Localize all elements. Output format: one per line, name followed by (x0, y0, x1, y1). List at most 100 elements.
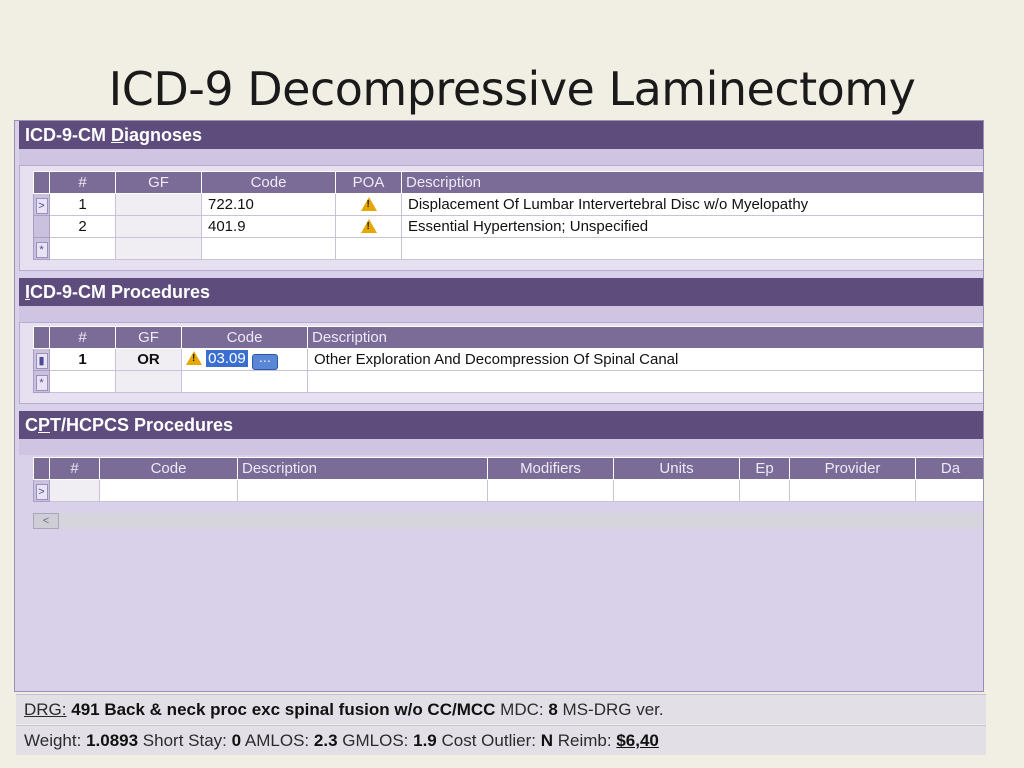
cpt-table: # Code Description Modifiers Units Ep Pr… (33, 457, 983, 502)
code-cell[interactable]: 722.10 (201, 193, 336, 216)
coding-window: ICD-9-CM Diagnoses # GF Code POA Descrip… (14, 120, 984, 692)
poa-cell[interactable] (335, 215, 402, 238)
new-row-icon: * (35, 241, 48, 258)
empty-cell[interactable] (401, 237, 983, 260)
new-row-selector[interactable]: * (33, 370, 50, 393)
column-header-number[interactable]: # (49, 326, 116, 349)
row-selector-header (33, 457, 50, 480)
empty-cell[interactable] (201, 237, 336, 260)
reimbursement-status-bar: Weight: 1.0893 Short Stay: 0 AMLOS: 2.3 … (16, 725, 986, 755)
description-cell[interactable]: Displacement Of Lumbar Intervertebral Di… (401, 193, 983, 216)
column-header-gf[interactable]: GF (115, 171, 202, 194)
gmlos-label: GMLOS: (342, 731, 409, 750)
gf-cell[interactable]: OR (115, 348, 182, 371)
weight-value: 1.0893 (86, 731, 139, 750)
short-stay-label: Short Stay: (142, 731, 227, 750)
cpt-header: CPT/HCPCS Procedures (19, 411, 983, 439)
warning-icon[interactable] (186, 350, 202, 365)
current-row-icon: > (35, 483, 48, 500)
cost-outlier-label: Cost Outlier: (441, 731, 536, 750)
empty-cell[interactable] (307, 370, 983, 393)
row-number: 1 (49, 193, 116, 216)
column-header-code[interactable]: Code (181, 326, 308, 349)
column-header-units[interactable]: Units (613, 457, 740, 480)
empty-cell[interactable] (49, 237, 116, 260)
empty-cell[interactable] (335, 237, 402, 260)
code-input[interactable]: 03.09 (206, 349, 248, 367)
column-header-date[interactable]: Da (915, 457, 983, 480)
row-selector[interactable] (33, 215, 50, 238)
column-header-gf[interactable]: GF (115, 326, 182, 349)
gf-cell[interactable] (115, 193, 202, 216)
empty-cell[interactable] (99, 479, 238, 502)
new-row[interactable]: * (33, 370, 983, 393)
empty-cell[interactable] (49, 479, 100, 502)
procedures-header: ICD-9-CM Procedures (19, 278, 983, 306)
diagnoses-header: ICD-9-CM Diagnoses (19, 121, 983, 149)
drg-link[interactable]: DRG: (24, 700, 67, 719)
column-header-ep[interactable]: Ep (739, 457, 790, 480)
poa-cell[interactable] (335, 193, 402, 216)
column-header-description[interactable]: Description (401, 171, 983, 194)
column-header-modifiers[interactable]: Modifiers (487, 457, 614, 480)
column-header-poa[interactable]: POA (335, 171, 402, 194)
empty-cell[interactable] (115, 237, 202, 260)
gf-cell[interactable] (115, 215, 202, 238)
description-cell[interactable]: Essential Hypertension; Unspecified (401, 215, 983, 238)
table-row[interactable]: > 1 722.10 Displacement Of Lumbar Interv… (33, 193, 983, 216)
diagnoses-band (19, 149, 983, 165)
column-header-code[interactable]: Code (201, 171, 336, 194)
column-header-number[interactable]: # (49, 457, 100, 480)
column-header-number[interactable]: # (49, 171, 116, 194)
empty-cell[interactable] (181, 370, 308, 393)
cost-outlier-value: N (540, 731, 553, 750)
empty-cell[interactable] (487, 479, 614, 502)
edit-row-icon: ▮ (35, 352, 48, 369)
diagnoses-table: # GF Code POA Description > 1 722.10 Dis… (33, 171, 983, 260)
reimb-value[interactable]: $6,40 (616, 731, 659, 750)
code-cell[interactable]: 03.09 ⋯ (181, 348, 308, 371)
empty-cell[interactable] (115, 370, 182, 393)
row-selector[interactable]: > (33, 193, 50, 216)
row-number: 1 (49, 348, 116, 371)
description-cell[interactable]: Other Exploration And Decompression Of S… (307, 348, 983, 371)
msdrg-label: MS-DRG ver. (562, 700, 664, 719)
new-row[interactable]: * (33, 237, 983, 260)
table-row[interactable]: 2 401.9 Essential Hypertension; Unspecif… (33, 215, 983, 238)
column-header-description[interactable]: Description (237, 457, 488, 480)
row-selector-header (33, 171, 50, 194)
horizontal-scrollbar[interactable] (59, 513, 983, 529)
empty-cell[interactable] (237, 479, 488, 502)
scroll-left-arrow-icon[interactable]: < (33, 513, 59, 529)
empty-cell[interactable] (789, 479, 916, 502)
empty-cell[interactable] (49, 370, 116, 393)
column-header-code[interactable]: Code (99, 457, 238, 480)
mdc-label: MDC: (500, 700, 544, 719)
mdc-value: 8 (548, 700, 558, 719)
row-number: 2 (49, 215, 116, 238)
procedures-table: # GF Code Description ▮ 1 OR 03.09 ⋯ Oth… (33, 326, 983, 393)
warning-icon[interactable] (360, 219, 377, 233)
table-row[interactable]: > (33, 479, 983, 502)
code-cell[interactable]: 401.9 (201, 215, 336, 238)
column-header-description[interactable]: Description (307, 326, 983, 349)
procedures-column-headers: # GF Code Description (33, 326, 983, 349)
code-lookup-button[interactable]: ⋯ (251, 353, 278, 370)
new-row-icon: * (35, 374, 48, 391)
table-row[interactable]: ▮ 1 OR 03.09 ⋯ Other Exploration And Dec… (33, 348, 983, 371)
slide-title: ICD-9 Decompressive Laminectomy (108, 62, 916, 116)
empty-cell[interactable] (739, 479, 790, 502)
row-selector[interactable]: ▮ (33, 348, 50, 371)
row-selector[interactable]: > (33, 479, 50, 502)
warning-icon[interactable] (360, 197, 377, 211)
gmlos-value: 1.9 (413, 731, 437, 750)
amlos-value: 2.3 (313, 731, 338, 750)
new-row-selector[interactable]: * (33, 237, 50, 260)
drg-value: 491 Back & neck proc exc spinal fusion w… (71, 700, 496, 719)
short-stay-value: 0 (231, 731, 242, 750)
column-header-provider[interactable]: Provider (789, 457, 916, 480)
drg-status-bar: DRG: 491 Back & neck proc exc spinal fus… (16, 694, 986, 724)
empty-cell[interactable] (915, 479, 983, 502)
procedures-band (19, 306, 983, 322)
empty-cell[interactable] (613, 479, 740, 502)
